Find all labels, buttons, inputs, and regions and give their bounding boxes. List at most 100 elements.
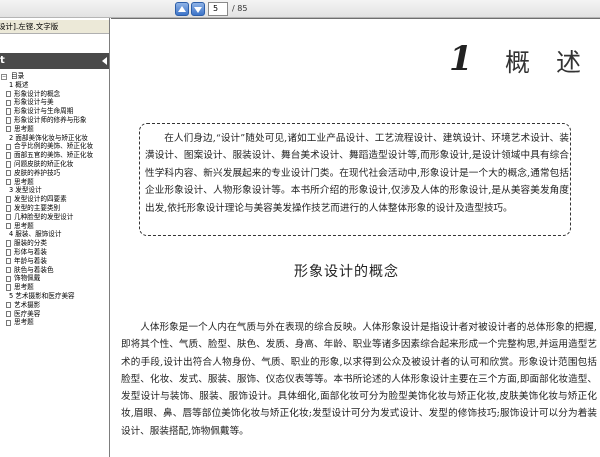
bookmark-item[interactable]: 年龄与着装: [0, 256, 109, 266]
toolbar: 5 / 85: [0, 0, 600, 18]
previous-page-button[interactable]: [175, 2, 189, 16]
bookmark-page-icon: [6, 301, 11, 309]
document-tab-label: 设计].左铿.文字版: [0, 22, 59, 31]
bookmark-page-icon: [6, 240, 11, 247]
bookmark-item[interactable]: 思考题: [0, 177, 109, 187]
bookmark-item[interactable]: −4 服装、服饰设计: [0, 230, 109, 239]
bookmark-page-icon: [6, 125, 11, 133]
bookmark-item[interactable]: 思考题: [0, 283, 109, 292]
bookmark-label: 思考题: [14, 177, 34, 186]
document-tab[interactable]: 设计].左铿.文字版: [0, 20, 109, 34]
bookmark-page-icon: [6, 222, 11, 230]
bookmark-item[interactable]: 形象设计的概念: [0, 89, 109, 99]
bookmark-page-icon: [6, 249, 11, 256]
bookmark-page-icon: [6, 275, 11, 283]
bookmark-item[interactable]: 思考题: [0, 124, 109, 134]
bookmark-label: 形体与着装: [14, 247, 47, 256]
bookmark-item[interactable]: 医疗美容: [0, 309, 109, 319]
bookmark-label: 饰物佩戴: [14, 274, 41, 283]
arrow-down-icon: [194, 7, 202, 13]
bookmark-page-icon: [6, 99, 11, 107]
bookmark-page-icon: [6, 205, 11, 212]
bookmark-label: 肤色与着装色: [14, 265, 54, 274]
page-number-input[interactable]: 5: [208, 2, 228, 16]
bookmark-label: 思考题: [14, 283, 34, 292]
bookmark-page-icon: [6, 152, 11, 159]
bookmark-item[interactable]: 服装的分类: [0, 239, 109, 248]
collapse-panel-icon[interactable]: [102, 57, 107, 65]
bookmark-label: 目录: [11, 72, 25, 80]
bookmark-label: 面部五官的美饰、矫正化妆: [14, 151, 94, 160]
bookmark-item[interactable]: −5 艺术摄影和医疗美容: [0, 291, 109, 301]
bookmark-label: 1 概述: [9, 80, 29, 89]
bookmark-label: 皮肤的养护技巧: [14, 168, 61, 177]
bookmarks-panel-header: t: [0, 53, 109, 69]
bookmark-label: 3 发型设计: [9, 186, 42, 195]
bookmark-page-icon: [6, 143, 11, 151]
bookmark-page-icon: [6, 266, 11, 274]
body-paragraph: 人体形象是一个人内在气质与外在表现的综合反映。人体形象设计是指设计者对被设计者的…: [121, 322, 597, 437]
bookmark-item[interactable]: 饰物佩戴: [0, 274, 109, 283]
bookmarks-sidebar: 设计].左铿.文字版 t −目录−1 概述形象设计的概念形象设计与美形象设计与生…: [0, 18, 110, 457]
bookmark-label: 发型的主要类别: [14, 203, 61, 212]
bookmark-item[interactable]: 问题皮肤的矫正化妆: [0, 160, 109, 169]
bookmark-page-icon: [6, 196, 11, 203]
bookmark-label: 发型设计的四要素: [14, 195, 67, 204]
bookmark-item[interactable]: − 目录: [0, 72, 109, 81]
bookmark-page-icon: [6, 169, 11, 177]
bookmark-item[interactable]: 面部五官的美饰、矫正化妆: [0, 151, 109, 160]
bookmark-item[interactable]: 合乎比例的美饰、矫正化妆: [0, 142, 109, 151]
next-page-button[interactable]: [191, 2, 205, 16]
bookmark-label: 2 面部美饰化妆与矫正化妆: [9, 133, 88, 142]
bookmark-item[interactable]: 思考题: [0, 318, 109, 327]
bookmark-page-icon: [6, 161, 11, 168]
bookmark-label: 形象设计与美: [14, 98, 54, 107]
bookmark-item[interactable]: 形体与着装: [0, 247, 109, 257]
document-page: 1 概述 在人们身边,“设计”随处可见,诸如工业产品设计、工艺流程设计、建筑设计…: [111, 18, 600, 457]
bookmark-label: 年龄与着装: [14, 256, 47, 265]
bookmark-label: 5 艺术摄影和医疗美容: [9, 291, 75, 300]
bookmark-label: 几种脸型的发型设计: [14, 212, 74, 221]
expand-toggle-icon[interactable]: −: [1, 73, 7, 80]
bookmark-label: 形象设计的概念: [14, 89, 61, 98]
bookmark-label: 形象设计师的修养与形象: [14, 115, 87, 124]
bookmark-label: 4 服装、服饰设计: [9, 230, 62, 239]
bookmark-item[interactable]: 发型设计的四要素: [0, 195, 109, 204]
bookmark-item[interactable]: 形象设计与生命周期: [0, 107, 109, 116]
bookmark-page-icon: [6, 108, 11, 115]
bookmark-label: 服装的分类: [14, 239, 47, 248]
section-title: 形象设计的概念: [294, 264, 399, 280]
bookmark-label: 思考题: [14, 124, 34, 133]
bookmark-item[interactable]: 发型的主要类别: [0, 203, 109, 213]
page-total: / 85: [232, 4, 248, 13]
chapter-number: 1: [449, 39, 473, 79]
intro-paragraph: 在人们身边,“设计”随处可见,诸如工业产品设计、工艺流程设计、建筑设计、环境艺术…: [145, 133, 569, 214]
bookmark-item[interactable]: 形象设计师的修养与形象: [0, 115, 109, 125]
bookmark-page-icon: [6, 178, 11, 186]
bookmark-label: 艺术摄影: [14, 300, 41, 309]
bookmark-page-icon: [6, 213, 11, 221]
arrow-up-icon: [178, 6, 186, 12]
bookmark-label: 医疗美容: [14, 309, 41, 318]
bookmark-label: 思考题: [14, 318, 34, 327]
bookmark-label: 合乎比例的美饰、矫正化妆: [14, 142, 94, 151]
bookmark-item[interactable]: 形象设计与美: [0, 98, 109, 107]
bookmark-item[interactable]: 艺术摄影: [0, 300, 109, 310]
bookmark-item[interactable]: −1 概述: [0, 80, 109, 90]
bookmark-item[interactable]: 思考题: [0, 221, 109, 231]
panel-title: t: [0, 55, 5, 66]
chapter-title: 概述: [505, 48, 600, 77]
bookmark-label: 形象设计与生命周期: [14, 107, 74, 116]
bookmark-page-icon: [6, 284, 11, 291]
bookmark-item[interactable]: −2 面部美饰化妆与矫正化妆: [0, 133, 109, 143]
bookmark-item[interactable]: −3 发型设计: [0, 186, 109, 195]
bookmark-item[interactable]: 肤色与着装色: [0, 265, 109, 275]
bookmark-label: 思考题: [14, 221, 34, 230]
bookmark-page-icon: [6, 90, 11, 98]
bookmark-tree: −目录−1 概述形象设计的概念形象设计与美形象设计与生命周期形象设计师的修养与形…: [0, 72, 109, 327]
bookmark-page-icon: [6, 257, 11, 265]
bookmark-item[interactable]: 皮肤的养护技巧: [0, 168, 109, 178]
bookmark-page-icon: [6, 117, 11, 124]
bookmark-item[interactable]: 几种脸型的发型设计: [0, 212, 109, 222]
bookmark-page-icon: [6, 310, 11, 318]
